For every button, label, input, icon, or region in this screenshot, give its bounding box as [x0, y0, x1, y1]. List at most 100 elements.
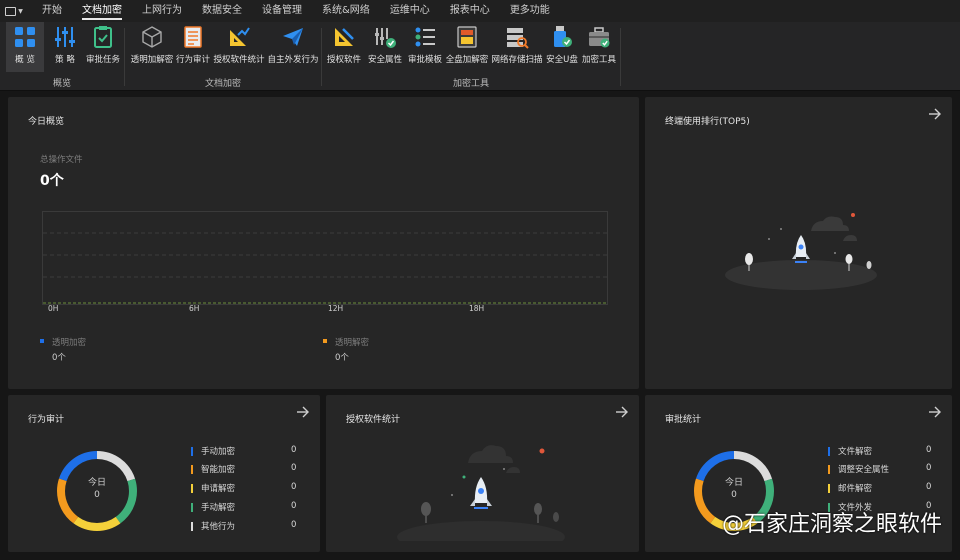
ribbon-separator — [620, 28, 621, 86]
legend-name: 其他行为 — [201, 522, 236, 532]
app-menu-button[interactable]: ▼ — [0, 0, 28, 22]
legend-value: 0 — [291, 520, 297, 530]
legend-color-bar — [191, 502, 193, 512]
donut-center-value: 0 — [94, 490, 100, 500]
properties-shield-icon — [375, 28, 396, 48]
ruler-icon — [335, 28, 354, 46]
tool-label: 全盘加解密 — [445, 55, 489, 65]
legend-marker-transparent-decryption — [323, 339, 327, 343]
authorized-software-panel: 授权软件统计 — [326, 395, 639, 552]
legend-value: 0 — [291, 482, 297, 492]
ribbon-group-encryption-tools: 授权软件 安全属性 审批模板 全盘加解密 网络存储扫描 安全U盘 加密工具 加密… — [322, 22, 620, 91]
tool-label: 安全属性 — [367, 55, 402, 65]
chart-frame — [42, 211, 608, 305]
menu-more-features[interactable]: 更多功能 — [500, 0, 560, 22]
x-tick-label: 18H — [469, 304, 485, 313]
donut-center: 今日 0 — [714, 477, 754, 501]
menu-internet-behavior[interactable]: 上网行为 — [132, 0, 192, 22]
legend-name: 手动解密 — [201, 503, 236, 513]
tool-label: 授权软件统计 — [213, 55, 265, 65]
tool-encryption-tools[interactable]: 加密工具 — [580, 22, 618, 72]
empty-state-rocket-illustration — [397, 445, 565, 541]
tool-network-storage-scan[interactable]: 网络存储扫描 — [490, 22, 544, 72]
legend-value-transparent-decryption: 0个 — [335, 353, 349, 363]
cube-icon — [142, 26, 162, 48]
terminal-rank-panel: 终端使用排行(TOP5) — [645, 97, 952, 389]
menu-bar: ▼ 开始 文档加密 上网行为 数据安全 设备管理 系统&网络 运维中心 报表中心… — [0, 0, 960, 22]
menu-system-network[interactable]: 系统&网络 — [312, 0, 380, 22]
legend-color-bar — [191, 446, 193, 456]
grid-icon — [15, 27, 35, 47]
document-list-icon — [184, 26, 202, 48]
disk-encrypt-icon — [457, 26, 477, 48]
tool-authorized-software[interactable]: 授权软件 — [324, 22, 364, 72]
menu-data-security[interactable]: 数据安全 — [192, 0, 252, 22]
chevron-down-icon: ▼ — [18, 7, 23, 15]
legend-name: 智能加密 — [201, 465, 236, 475]
arrow-right-icon[interactable] — [928, 405, 942, 419]
legend-name: 手动加密 — [201, 447, 236, 457]
menu-device-management[interactable]: 设备管理 — [252, 0, 312, 22]
legend-name: 调整安全属性 — [838, 465, 890, 475]
legend-color-bar — [191, 483, 193, 493]
checklist-icon — [94, 26, 112, 48]
tool-self-outbound-behavior[interactable]: 自主外发行为 — [267, 22, 319, 72]
tool-security-attributes[interactable]: 安全属性 — [366, 22, 404, 72]
legend-row: 调整安全属性 — [828, 463, 889, 475]
ribbon-group-label: 概览 — [52, 79, 71, 89]
legend-value: 0 — [291, 445, 297, 455]
panel-title: 终端使用排行(TOP5) — [665, 117, 750, 127]
tool-label: 自主外发行为 — [267, 55, 319, 65]
tool-transparent-encryption[interactable]: 透明加解密 — [129, 22, 175, 72]
legend-name: 邮件解密 — [838, 484, 873, 494]
tool-overview[interactable]: 概 览 — [6, 22, 44, 72]
legend-row: 手动加密 — [191, 445, 235, 457]
tool-label: 审批任务 — [85, 55, 120, 65]
legend-value: 0 — [926, 463, 932, 473]
usb-shield-icon — [554, 26, 572, 47]
legend-value: 0 — [291, 463, 297, 473]
tool-policy[interactable]: 策 略 — [46, 22, 84, 72]
tool-secure-usb[interactable]: 安全U盘 — [544, 22, 580, 72]
behavior-audit-panel: 行为审计 今日 0 手动加密 0 智能加密 0 申请解密 0 手动解密 0 其他… — [8, 395, 320, 552]
tool-label: 审批模板 — [407, 55, 442, 65]
watermark-text: @石家庄洞察之眼软件 — [721, 512, 942, 537]
arrow-right-icon[interactable] — [928, 107, 942, 121]
menu-ops-center[interactable]: 运维中心 — [380, 0, 440, 22]
legend-color-bar — [191, 464, 193, 474]
legend-color-bar — [828, 483, 830, 493]
legend-row: 手动解密 — [191, 501, 235, 513]
donut-center-label: 今日 — [724, 478, 743, 488]
menu-document-encryption[interactable]: 文档加密 — [72, 0, 132, 22]
arrow-right-icon[interactable] — [615, 405, 629, 419]
tool-label: 透明加解密 — [130, 55, 174, 65]
x-tick-label: 12H — [328, 304, 344, 313]
total-files-label: 总操作文件 — [40, 155, 83, 165]
legend-row: 其他行为 — [191, 520, 235, 532]
window-icon — [5, 6, 17, 16]
legend-row: 邮件解密 — [828, 482, 872, 494]
paper-plane-icon — [283, 28, 303, 46]
panel-title: 行为审计 — [28, 415, 65, 425]
sliders-icon — [55, 27, 75, 47]
tool-approval-tasks[interactable]: 审批任务 — [84, 22, 122, 72]
menu-start[interactable]: 开始 — [32, 0, 72, 22]
ribbon-group-document-encryption: 透明加解密 行为审计 授权软件统计 自主外发行为 文档加密 — [125, 22, 321, 91]
donut-center: 今日 0 — [77, 477, 117, 501]
empty-state-rocket-illustration — [725, 213, 877, 290]
tool-approval-template[interactable]: 审批模板 — [406, 22, 444, 72]
arrow-right-icon[interactable] — [296, 405, 310, 419]
menu-report-center[interactable]: 报表中心 — [440, 0, 500, 22]
tool-full-disk-encryption[interactable]: 全盘加解密 — [444, 22, 490, 72]
ribbon-group-label: 加密工具 — [452, 79, 489, 89]
legend-label-transparent-encryption: 透明加密 — [52, 338, 87, 348]
legend-value-transparent-encryption: 0个 — [52, 353, 66, 363]
ribbon-toolbar: 概 览 策 略 审批任务 概览 透明加解密 行为审计 授权软件统计 自主外发行为… — [0, 22, 960, 91]
panel-title: 今日概览 — [28, 117, 65, 127]
tool-authorized-software-stats[interactable]: 授权软件统计 — [213, 22, 265, 72]
tool-behavior-audit[interactable]: 行为审计 — [175, 22, 211, 72]
legend-value: 0 — [926, 445, 932, 455]
panel-title: 审批统计 — [665, 415, 702, 425]
legend-name: 文件解密 — [838, 447, 873, 457]
legend-color-bar — [828, 464, 830, 474]
